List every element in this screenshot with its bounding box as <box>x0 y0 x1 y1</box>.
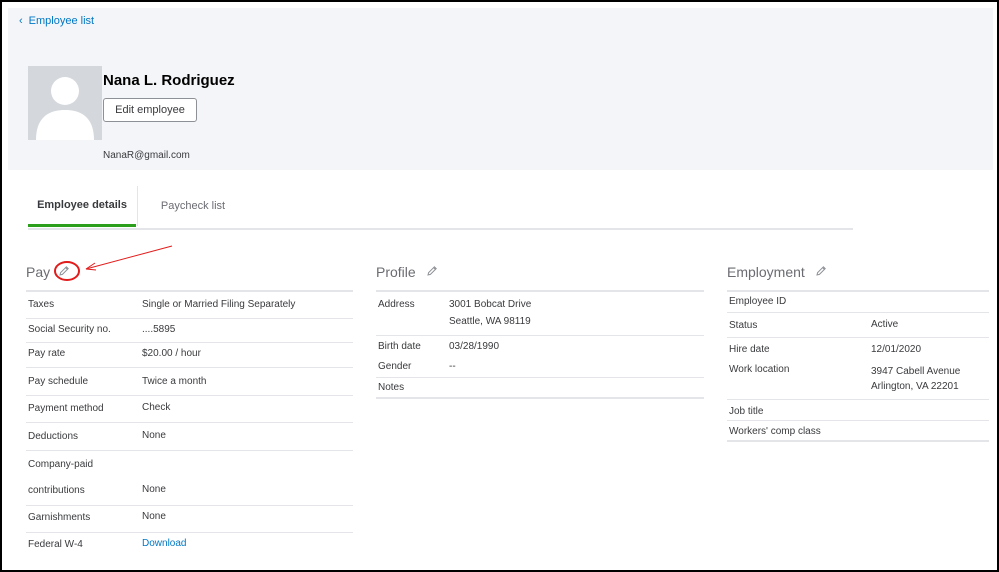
profile-row-label: Gender <box>378 361 412 372</box>
employment-title: Employment <box>727 264 805 280</box>
pay-row-value: None <box>142 484 166 495</box>
pay-row-label: Company-paid <box>28 459 94 470</box>
profile-row: Notes <box>376 378 704 399</box>
download-link[interactable]: Download <box>142 538 186 549</box>
pencil-icon[interactable] <box>815 264 827 280</box>
employment-row-value: Active <box>871 319 899 330</box>
profile-row-value: 3001 Bobcat Drive <box>449 299 532 310</box>
tab-paycheck-list[interactable]: Paycheck list <box>137 186 248 226</box>
profile-row-value-line2: Seattle, WA 98119 <box>449 316 531 327</box>
employment-row: Work location 3947 Cabell Avenue Arlingt… <box>727 359 989 400</box>
profile-title: Profile <box>376 264 416 280</box>
employment-row-label: Workers' comp class <box>729 426 821 437</box>
pay-row: Pay rate $20.00 / hour <box>26 343 353 368</box>
employment-section-title: Employment <box>727 264 827 280</box>
pay-row-label: contributions <box>28 485 85 496</box>
employment-row: Employee ID <box>727 292 989 313</box>
employment-row-label: Work location <box>729 364 790 375</box>
employment-row-label: Hire date <box>729 344 770 355</box>
profile-row-value: 03/28/1990 <box>449 341 500 352</box>
employment-row: Hire date 12/01/2020 <box>727 338 989 359</box>
pencil-icon[interactable] <box>426 264 438 280</box>
pay-row-label: Pay rate <box>28 348 66 359</box>
pay-row-label: Garnishments <box>28 512 91 523</box>
pay-row-label: Deductions <box>28 431 79 442</box>
employment-row-label: Status <box>729 320 758 331</box>
pay-row: Taxes Single or Married Filing Separatel… <box>26 292 353 319</box>
pay-row-value: ....5895 <box>142 324 176 335</box>
pencil-icon[interactable] <box>58 264 70 280</box>
profile-row-value: -- <box>449 361 456 372</box>
employment-row-value: 3947 Cabell Avenue <box>871 366 961 377</box>
profile-row: Gender -- <box>376 357 704 378</box>
pay-row-value: Check <box>142 402 171 413</box>
pay-row: Garnishments None <box>26 506 353 533</box>
back-link[interactable]: ‹ Employee list <box>19 15 94 27</box>
pay-row-label: Pay schedule <box>28 376 89 387</box>
annotation-arrow <box>85 245 173 270</box>
pay-section-title: Pay <box>26 264 70 280</box>
employee-email: NanaR@gmail.com <box>103 150 190 161</box>
employment-row: Workers' comp class <box>727 421 989 442</box>
profile-row: Address 3001 Bobcat Drive Seattle, WA 98… <box>376 292 704 336</box>
pay-row: Social Security no. ....5895 <box>26 319 353 343</box>
pay-row-value: None <box>142 430 166 441</box>
employment-row: Status Active <box>727 313 989 338</box>
pay-row-label: Federal W-4 <box>28 539 83 550</box>
employee-name: Nana L. Rodriguez <box>103 72 235 89</box>
profile-row-label: Notes <box>378 382 405 393</box>
pay-row: contributions None <box>26 479 353 506</box>
pay-row: Pay schedule Twice a month <box>26 368 353 396</box>
employment-row-value: 12/01/2020 <box>871 344 922 355</box>
user-silhouette-icon <box>36 77 94 140</box>
pay-title: Pay <box>26 264 51 280</box>
employment-row-value-line2: Arlington, VA 22201 <box>871 381 959 392</box>
chevron-left-icon: ‹ <box>19 15 23 27</box>
tab-bar: Employee details Paycheck list <box>28 186 853 230</box>
profile-section-title: Profile <box>376 264 438 280</box>
avatar <box>28 66 102 140</box>
pay-row: Payment method Check <box>26 396 353 423</box>
pay-row-value: Single or Married Filing Separately <box>142 299 296 310</box>
tab-employee-details[interactable]: Employee details <box>28 186 136 227</box>
pay-row: Federal W-4 Download <box>26 533 353 560</box>
employment-row-label: Job title <box>729 406 764 417</box>
edit-employee-button[interactable]: Edit employee <box>103 98 197 122</box>
pay-row-value: None <box>142 511 166 522</box>
employee-header: ‹ Employee list Nana L. Rodriguez Edit em… <box>8 8 993 170</box>
pay-row-label: Social Security no. <box>28 324 111 335</box>
annotation-arrowhead <box>85 262 97 271</box>
back-link-label: Employee list <box>28 15 95 27</box>
profile-row-label: Birth date <box>378 341 421 352</box>
pay-row-value: Twice a month <box>142 376 207 387</box>
pay-row: Deductions None <box>26 423 353 451</box>
employment-row-label: Employee ID <box>729 296 787 307</box>
employment-row: Job title <box>727 400 989 421</box>
profile-row: Birth date 03/28/1990 <box>376 336 704 357</box>
app-frame: ‹ Employee list Nana L. Rodriguez Edit em… <box>0 0 999 572</box>
pay-row: Company-paid <box>26 451 353 479</box>
profile-row-label: Address <box>378 299 415 310</box>
pay-row-label: Payment method <box>28 403 104 414</box>
pay-row-label: Taxes <box>28 299 55 310</box>
pay-row-value: $20.00 / hour <box>142 348 201 359</box>
